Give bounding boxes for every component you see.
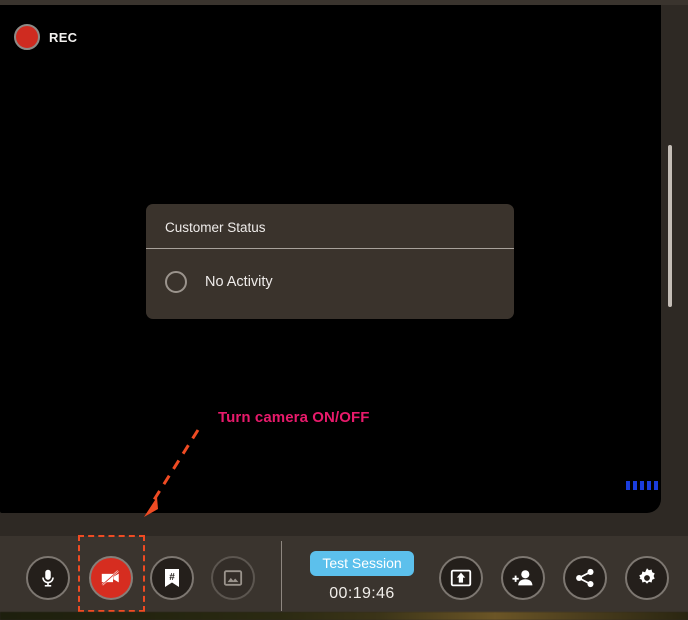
status-radio-icon[interactable] [165,271,187,293]
snapshot-button[interactable] [211,556,255,600]
background-image-strip [0,612,688,620]
recording-label: REC [49,29,78,45]
record-dot-icon [14,24,40,50]
recording-indicator: REC [14,24,77,50]
customer-status-row[interactable]: No Activity [146,249,514,319]
customer-status-title: Customer Status [146,204,514,249]
audio-level-bar [626,481,630,490]
camera-off-icon [101,570,119,586]
share-link-button[interactable] [563,556,607,600]
add-participant-button[interactable] [501,556,545,600]
annotation-label: Turn camera ON/OFF [218,409,370,426]
image-icon [223,570,243,586]
settings-button[interactable] [625,556,669,600]
video-stage-scrollbar[interactable] [668,145,672,307]
session-timer: 00:19:46 [329,585,395,602]
audio-level-bar [647,481,651,490]
add-person-icon [512,570,533,586]
session-name-badge[interactable]: Test Session [310,551,414,576]
bookmark-button[interactable]: # [150,556,194,600]
screen-share-button[interactable] [439,556,483,600]
toolbar-divider [281,541,282,611]
bookmark-hash-icon: # [165,569,179,587]
audio-level-bar [640,481,644,490]
microphone-icon [42,569,54,587]
video-call-app: REC Customer Status No Activity Turn cam… [0,0,688,620]
session-info: Test Session 00:19:46 [305,551,419,603]
audio-level-bar [654,481,658,490]
screen-share-icon [450,569,472,587]
customer-status-card: Customer Status No Activity [146,204,514,319]
camera-button[interactable] [89,556,133,600]
gear-icon [639,568,655,584]
call-toolbar: # Test Session 00:19:46 [0,536,688,612]
video-stage: REC Customer Status No Activity [0,5,661,513]
status-item-label: No Activity [205,274,273,290]
svg-text:#: # [169,572,175,583]
microphone-button[interactable] [26,556,70,600]
audio-level-meter [626,481,658,490]
share-nodes-icon [576,568,594,588]
audio-level-bar [633,481,637,490]
